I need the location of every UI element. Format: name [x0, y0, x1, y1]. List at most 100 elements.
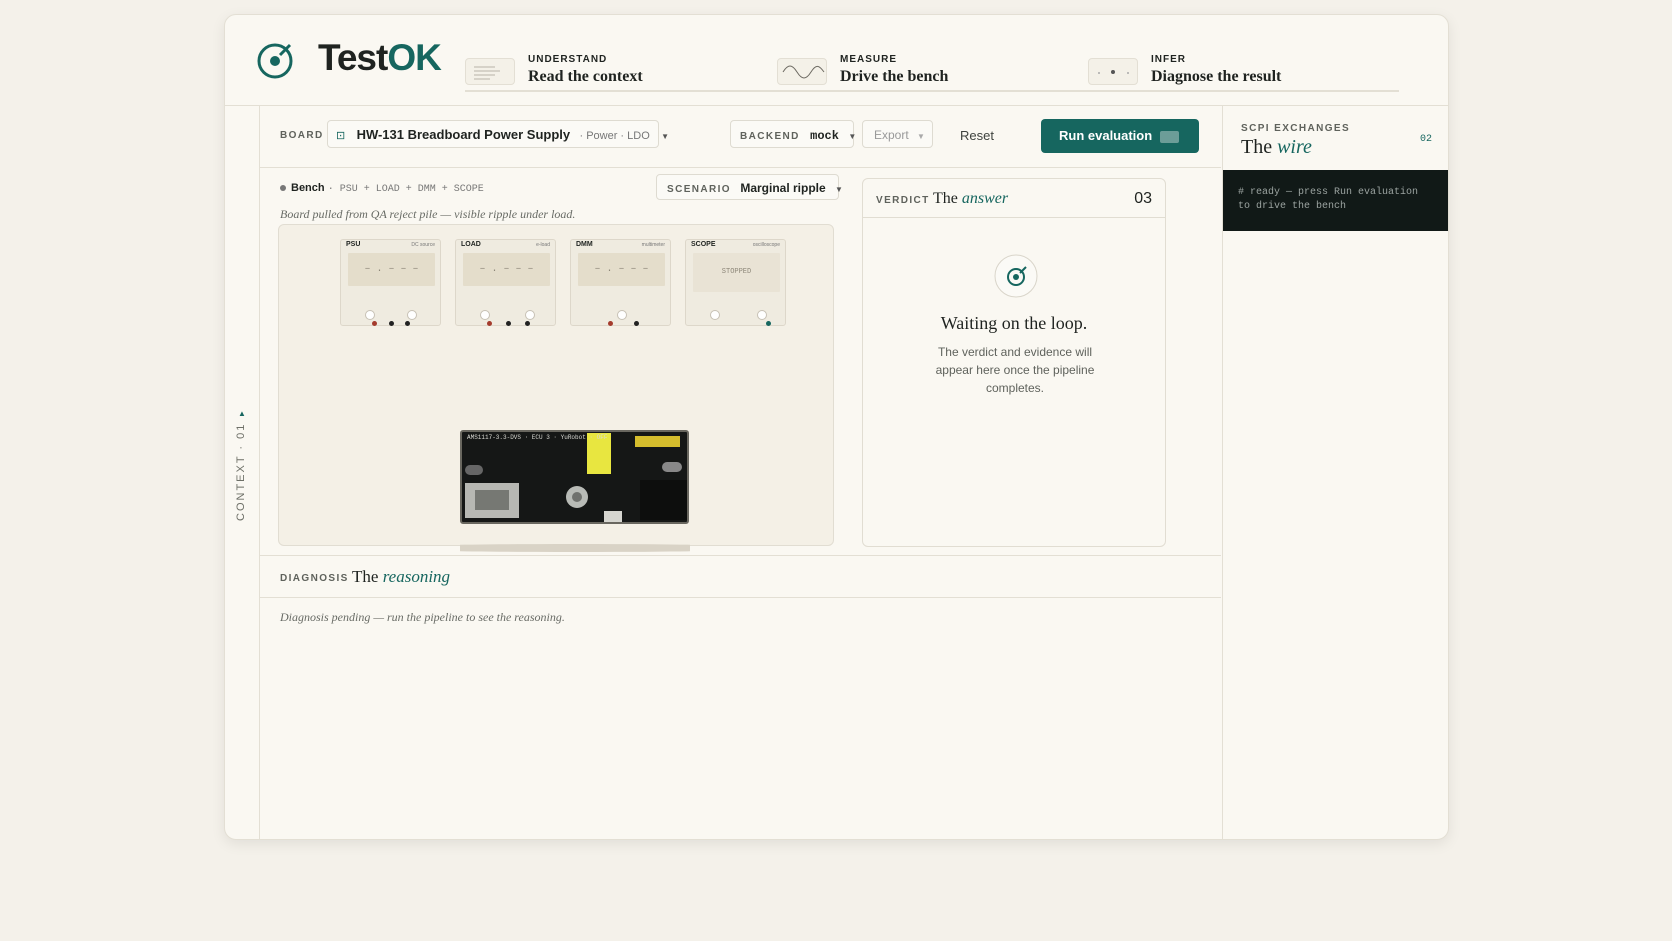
scenario-select[interactable]: SCENARIO Marginal ripple ▼	[656, 174, 843, 200]
instrument-display: STOPPED	[693, 253, 780, 292]
black-terminal-icon	[525, 321, 530, 326]
step-understand[interactable]: UNDERSTAND Read the context	[465, 42, 765, 85]
diagnosis-title-prefix: The	[352, 567, 379, 586]
target-logo-icon	[257, 43, 293, 79]
power-supply-board-image: AMS1117-3.3-DVS · ECU 3 · YuRobot · OFF	[460, 430, 690, 552]
diagnosis-header: DIAGNOSIS The reasoning	[260, 556, 1221, 598]
scpi-panel: SCPI EXCHANGES The wire 02 # ready — pre…	[1222, 106, 1448, 839]
run-evaluation-button[interactable]: Run evaluation	[1041, 119, 1199, 153]
app-logo: TestOK	[318, 37, 442, 79]
context-rail-label: CONTEXT · 01	[235, 422, 247, 521]
scpi-title: The wire	[1241, 136, 1312, 159]
knob-icon[interactable]	[480, 310, 490, 320]
black-terminal-icon	[634, 321, 639, 326]
export-button[interactable]: Export ▼	[862, 120, 933, 148]
waveform-icon	[777, 58, 827, 85]
instrument-display: – . – – –	[578, 253, 665, 286]
app-window: TestOK UNDERSTAND Read the context MEASU…	[224, 14, 1449, 840]
board-chip-icon: ⊡	[336, 130, 346, 142]
verdict-header: VERDICT The answer 03	[863, 179, 1165, 218]
verdict-title: The answer	[933, 190, 1008, 208]
knob-icon[interactable]	[757, 310, 767, 320]
verdict-title-accent: answer	[961, 190, 1009, 207]
header: TestOK UNDERSTAND Read the context MEASU…	[225, 15, 1448, 106]
diagnosis-title-accent: reasoning	[382, 567, 451, 586]
chevron-down-icon: ▼	[661, 132, 670, 141]
red-terminal-icon	[608, 321, 613, 326]
diagnosis-pending-text: Diagnosis pending — run the pipeline to …	[280, 610, 565, 624]
step-kicker: MEASURE	[840, 54, 898, 65]
load-instrument[interactable]: LOAD e-load – . – – –	[455, 239, 556, 326]
step-kicker: INFER	[1151, 54, 1186, 65]
knob-icon[interactable]	[407, 310, 417, 320]
instrument-display: – . – – –	[348, 253, 435, 286]
red-terminal-icon	[372, 321, 377, 326]
document-lines-icon	[465, 58, 515, 85]
verdict-title-prefix: The	[933, 190, 958, 207]
backend-value: mock	[810, 129, 839, 143]
instrument-display: – . – – –	[463, 253, 550, 286]
step-measure[interactable]: MEASURE Drive the bench	[777, 42, 1077, 85]
knob-icon[interactable]	[525, 310, 535, 320]
scenario-label: SCENARIO	[667, 184, 731, 195]
step-title: Drive the bench	[840, 68, 949, 85]
black-terminal-icon	[405, 321, 410, 326]
instrument-subtitle: multimeter	[641, 242, 665, 248]
instrument-name: LOAD	[461, 241, 481, 248]
instrument-name: DMM	[576, 241, 593, 248]
scpi-terminal-output: # ready — press Run evaluation to drive …	[1223, 170, 1448, 231]
run-evaluation-label: Run evaluation	[1059, 128, 1153, 143]
knob-icon[interactable]	[710, 310, 720, 320]
board-label: BOARD	[280, 130, 324, 141]
target-icon	[994, 254, 1038, 298]
logo-primary-text: Test	[318, 37, 388, 78]
instrument-subtitle: oscilloscope	[752, 242, 780, 248]
dmm-instrument[interactable]: DMM multimeter – . – – –	[570, 239, 671, 326]
knob-icon[interactable]	[617, 310, 627, 320]
instrument-name: SCOPE	[691, 241, 716, 248]
verdict-step-number: 03	[1134, 190, 1152, 207]
chevron-down-icon: ▼	[835, 185, 843, 194]
knob-icon[interactable]	[365, 310, 375, 320]
context-rail: ▲ CONTEXT · 01	[225, 106, 260, 839]
reset-button[interactable]: Reset	[960, 128, 994, 143]
red-terminal-icon	[487, 321, 492, 326]
step-infer[interactable]: INFER Diagnose the result	[1088, 42, 1388, 85]
chevron-down-icon: ▼	[848, 132, 857, 141]
bench-illustration: PSU DC source – . – – – LOAD e-load – . …	[278, 224, 834, 552]
probe-terminal-icon	[766, 321, 771, 326]
verdict-label: VERDICT	[876, 195, 930, 206]
board-select[interactable]: ⊡ HW-131 Breadboard Power Supply · Power…	[327, 120, 669, 148]
diagnosis-panel: DIAGNOSIS The reasoning Diagnosis pendin…	[260, 555, 1221, 839]
black-terminal-icon	[506, 321, 511, 326]
instrument-name: PSU	[346, 241, 361, 248]
scpi-title-prefix: The	[1241, 136, 1273, 158]
backend-label: BACKEND	[740, 131, 800, 142]
scpi-step-number: 02	[1419, 134, 1432, 145]
keyboard-shortcut-icon	[1160, 130, 1180, 143]
verdict-waiting-title: Waiting on the loop.	[940, 313, 1088, 333]
scpi-label: SCPI EXCHANGES	[1241, 123, 1351, 134]
black-terminal-icon	[389, 321, 394, 326]
bench-parts: · PSU + LOAD + DMM + SCOPE	[327, 184, 484, 195]
step-title: Diagnose the result	[1151, 68, 1282, 85]
bench-workspace: Bench · PSU + LOAD + DMM + SCOPE SCENARI…	[260, 169, 1221, 555]
instrument-subtitle: DC source	[411, 242, 435, 248]
scenario-value: Marginal ripple	[740, 181, 826, 195]
status-dot-icon	[280, 185, 286, 191]
bench-note: Board pulled from QA reject pile — visib…	[280, 207, 576, 221]
diagnosis-label: DIAGNOSIS	[280, 573, 349, 584]
scope-instrument[interactable]: SCOPE oscilloscope STOPPED	[685, 239, 786, 326]
pipeline-steps: UNDERSTAND Read the context MEASURE Driv…	[465, 15, 1399, 92]
psu-instrument[interactable]: PSU DC source – . – – –	[340, 239, 441, 326]
bench-heading: Bench · PSU + LOAD + DMM + SCOPE	[280, 182, 484, 195]
diagnosis-title: The reasoning	[352, 567, 450, 587]
step-title: Read the context	[528, 68, 643, 85]
scpi-title-accent: wire	[1277, 136, 1312, 158]
backend-select[interactable]: BACKEND mock ▼	[730, 120, 857, 148]
verdict-panel: VERDICT The answer 03 Waiting on the loo…	[862, 178, 1166, 547]
board-silkscreen: AMS1117-3.3-DVS · ECU 3 · YuRobot · OFF	[467, 434, 608, 441]
bench-title: Bench	[291, 182, 325, 194]
logo-accent-text: OK	[387, 37, 441, 78]
rail-arrow-icon: ▲	[238, 409, 246, 418]
